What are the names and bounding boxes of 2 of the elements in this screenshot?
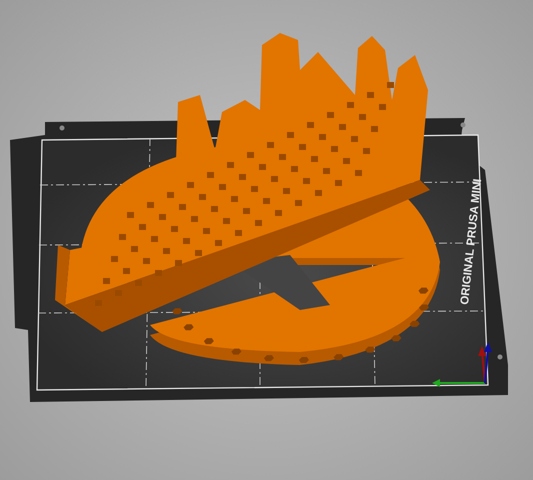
- bed-label: ORIGINAL PRUSA MINI: [459, 178, 484, 306]
- axis-icon: [432, 342, 492, 387]
